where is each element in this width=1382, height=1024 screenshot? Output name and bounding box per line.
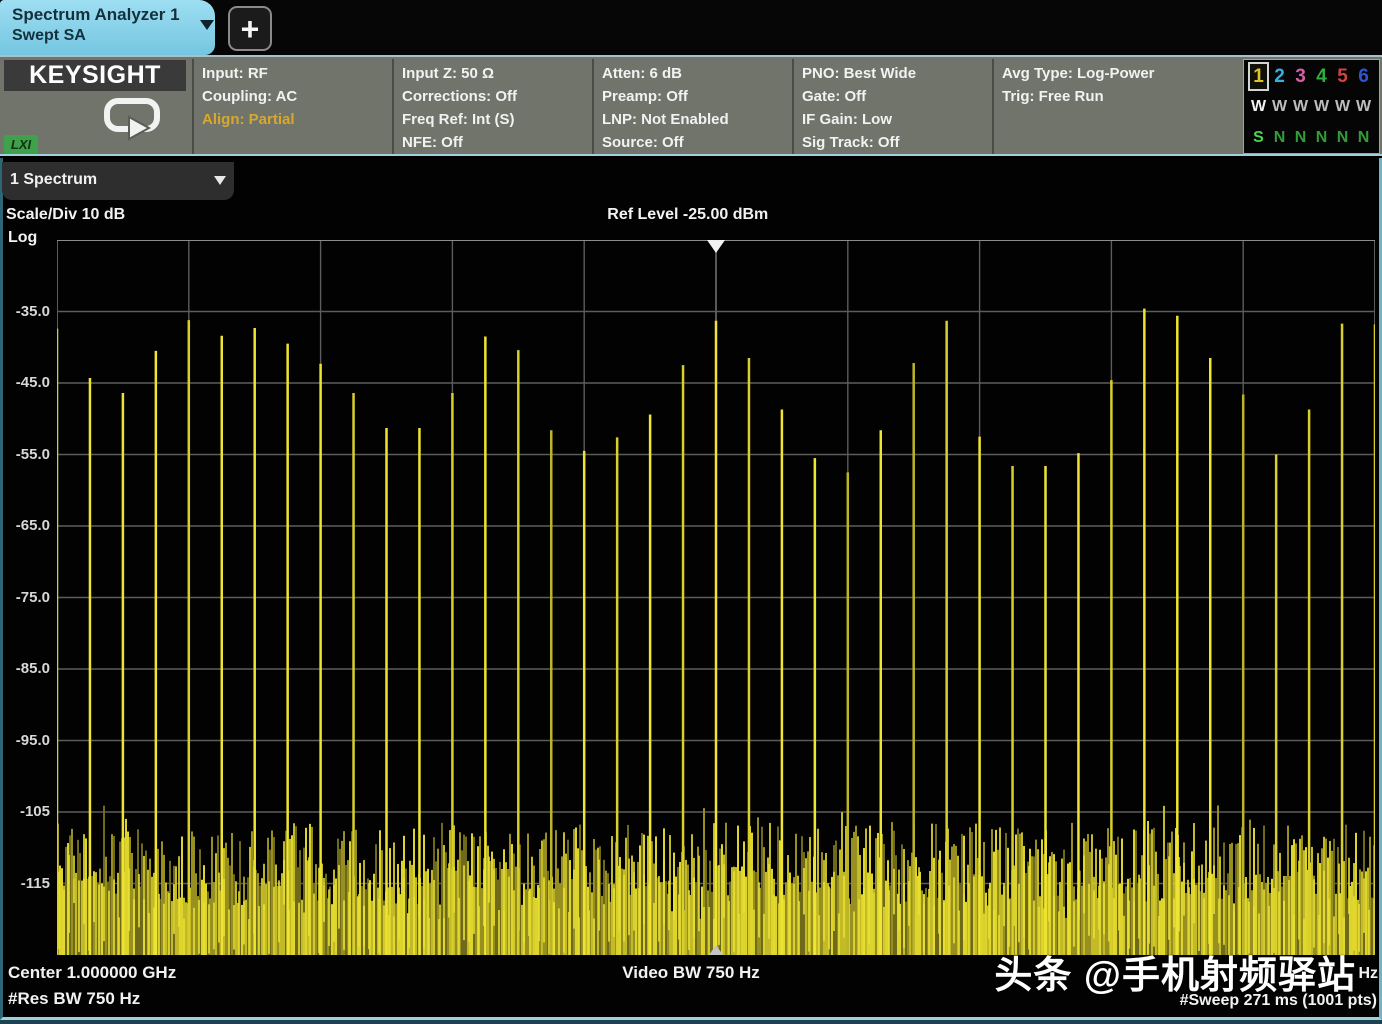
settings-line: IF Gain: Low xyxy=(802,111,892,128)
spectrum-analyzer-window: Spectrum Analyzer 1 Swept SA + KEYSIGHT … xyxy=(0,0,1382,1024)
trace-type-1[interactable]: W xyxy=(1248,91,1269,122)
chevron-down-icon xyxy=(214,176,226,185)
tab-bar: Spectrum Analyzer 1 Swept SA + xyxy=(0,0,1382,55)
add-tab-button[interactable]: + xyxy=(228,6,272,51)
watermark-text: 头条 @手机射频驿站 xyxy=(994,955,1356,997)
trace-selector-label: 1 Spectrum xyxy=(10,171,98,188)
trace-number-3[interactable]: 3 xyxy=(1290,62,1311,91)
trace-status-panel: 123456WWWWWWSNNNNN xyxy=(1243,59,1380,154)
trace-selector-dropdown[interactable]: 1 Spectrum xyxy=(2,162,234,200)
span-label-fragment: Hz xyxy=(1358,965,1378,982)
settings-column-5[interactable]: Avg Type: Log-Power Trig: Free Run xyxy=(992,59,1241,154)
brand-strip: KEYSIGHT xyxy=(4,60,186,91)
trace-type-6[interactable]: W xyxy=(1353,91,1374,122)
video-bw-label[interactable]: Video BW 750 Hz xyxy=(622,963,760,983)
trace-number-1[interactable]: 1 xyxy=(1248,62,1269,91)
y-axis-label: -55.0 xyxy=(15,445,50,463)
y-axis-label: -45.0 xyxy=(15,374,50,391)
trace-type-4[interactable]: W xyxy=(1311,91,1332,122)
trace-detector-6[interactable]: N xyxy=(1353,122,1374,153)
settings-line: PNO: Best Wide xyxy=(802,65,917,82)
scale-div-label[interactable]: Scale/Div 10 dB xyxy=(6,206,125,224)
settings-line: Preamp: Off xyxy=(602,88,688,105)
tab-spectrum-analyzer-1[interactable]: Spectrum Analyzer 1 Swept SA xyxy=(0,0,215,55)
settings-line: Input Z: 50 Ω xyxy=(402,65,495,82)
settings-column-1[interactable]: Input: RF Coupling: AC Align: Partial xyxy=(192,59,390,154)
ref-level-label[interactable]: Ref Level -25.00 dBm xyxy=(607,206,768,224)
lxi-badge: LXI xyxy=(4,135,38,154)
settings-line: Avg Type: Log-Power xyxy=(1002,65,1155,82)
trace-number-2[interactable]: 2 xyxy=(1269,62,1290,91)
trace-detector-5[interactable]: N xyxy=(1332,122,1353,153)
settings-line: Freq Ref: Int (S) xyxy=(402,111,515,128)
y-axis-label: -85.0 xyxy=(15,660,50,677)
y-axis-label: -35.0 xyxy=(15,302,50,320)
tab-subtitle: Swept SA xyxy=(12,27,86,44)
trace-number-4[interactable]: 4 xyxy=(1311,62,1332,91)
trace-detector-1[interactable]: S xyxy=(1248,122,1269,153)
settings-column-4[interactable]: PNO: Best Wide Gate: Off IF Gain: Low Sig T… xyxy=(792,59,990,154)
y-axis-label: -65.0 xyxy=(15,517,50,534)
scale-type-label: Log xyxy=(8,229,38,246)
trace-number-6[interactable]: 6 xyxy=(1353,62,1374,91)
settings-column-3[interactable]: Atten: 6 dB Preamp: Off LNP: Not Enabled So… xyxy=(592,59,790,154)
trace-type-5[interactable]: W xyxy=(1332,91,1353,122)
tab-title: Spectrum Analyzer 1 xyxy=(12,5,180,24)
trace-type-3[interactable]: W xyxy=(1290,91,1311,122)
trace-status-row: 123456 xyxy=(1248,62,1379,91)
trace-number-5[interactable]: 5 xyxy=(1332,62,1353,91)
y-axis-label: -95.0 xyxy=(15,731,50,749)
keysight-logo: KEYSIGHT xyxy=(29,61,161,89)
continuous-sweep-icon xyxy=(104,98,160,141)
trace-detector-2[interactable]: N xyxy=(1269,122,1290,153)
center-frequency-label[interactable]: Center 1.000000 GHz xyxy=(8,963,176,983)
trace-status-row: SNNNNN xyxy=(1248,122,1379,153)
settings-line: Source: Off xyxy=(602,134,684,151)
brand-panel: KEYSIGHT LXI xyxy=(2,59,191,154)
y-axis-label: -105 xyxy=(19,803,50,820)
settings-line: Corrections: Off xyxy=(402,88,518,105)
settings-column-2[interactable]: Input Z: 50 Ω Corrections: Off Freq Ref: I… xyxy=(392,59,590,154)
settings-line: Trig: Free Run xyxy=(1002,88,1104,105)
settings-line: NFE: Off xyxy=(402,134,463,151)
trace-detector-4[interactable]: N xyxy=(1311,122,1332,153)
trace-type-2[interactable]: W xyxy=(1269,91,1290,122)
settings-line: Sig Track: Off xyxy=(802,134,900,151)
settings-line: Align: Partial xyxy=(202,111,295,128)
y-axis-label: -115 xyxy=(20,874,50,892)
y-axis-label: -75.0 xyxy=(15,588,50,606)
trace-status-row: WWWWWW xyxy=(1248,91,1379,122)
res-bw-label[interactable]: #Res BW 750 Hz xyxy=(8,989,140,1009)
trace-detector-3[interactable]: N xyxy=(1290,122,1311,153)
settings-line: Gate: Off xyxy=(802,88,867,105)
spectrum-plot[interactable] xyxy=(57,240,1375,955)
settings-line: Atten: 6 dB xyxy=(602,65,682,82)
window-border xyxy=(0,1020,1382,1024)
chevron-down-icon[interactable] xyxy=(200,20,214,30)
settings-line: Input: RF xyxy=(202,65,268,82)
settings-bar: KEYSIGHT LXI Input: RF Coupling: AC Align:… xyxy=(0,55,1382,156)
settings-line: Coupling: AC xyxy=(202,88,298,105)
settings-line: LNP: Not Enabled xyxy=(602,111,729,128)
